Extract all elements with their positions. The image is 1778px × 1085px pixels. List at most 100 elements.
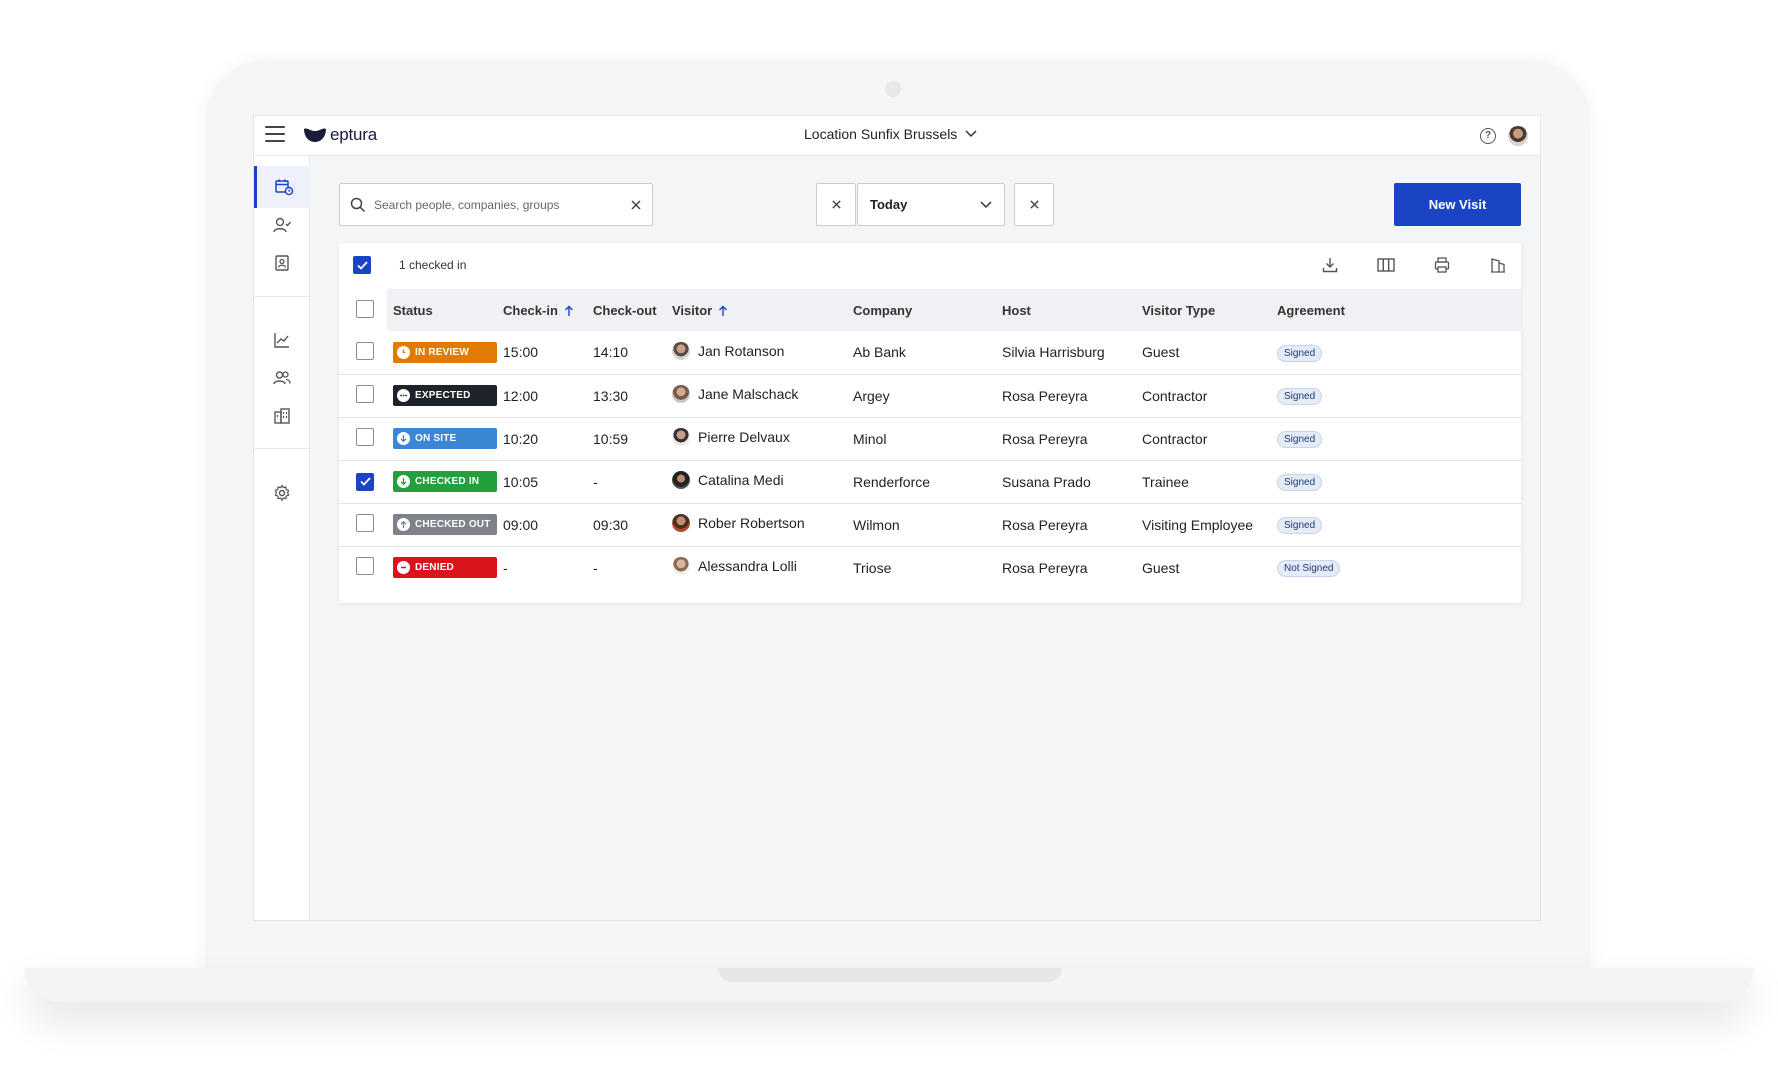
chevron-down-icon bbox=[980, 200, 992, 208]
line-chart-icon bbox=[274, 333, 289, 348]
help-icon[interactable]: ? bbox=[1480, 128, 1496, 144]
user-avatar[interactable] bbox=[1508, 126, 1528, 146]
row-checkbox[interactable] bbox=[356, 472, 374, 491]
table-header-row: Status Check-in Check-out Visitor Compan… bbox=[339, 289, 1521, 331]
row-checkbox[interactable] bbox=[356, 385, 374, 403]
menu-icon[interactable] bbox=[265, 126, 285, 144]
agreement-badge: Signed bbox=[1277, 431, 1323, 448]
table-row[interactable]: CHECKED IN 10:05 - Catalina Medi Renderf… bbox=[339, 460, 1521, 504]
status-badge: EXPECTED bbox=[393, 385, 497, 406]
visitor-type: Contractor bbox=[1142, 417, 1277, 461]
buildings-icon bbox=[274, 408, 290, 424]
visitor-type: Guest bbox=[1142, 331, 1277, 375]
header-checkbox[interactable] bbox=[356, 299, 374, 318]
checkout-time: 14:10 bbox=[593, 331, 672, 375]
checkout-time: - bbox=[593, 460, 672, 504]
search-field[interactable] bbox=[339, 183, 653, 226]
agreement-badge: Not Signed bbox=[1277, 560, 1341, 578]
arrow-down-icon bbox=[397, 475, 410, 488]
row-checkbox[interactable] bbox=[356, 557, 374, 576]
table-row[interactable]: EXPECTED 12:00 13:30 Jane Malschack Arge… bbox=[339, 374, 1521, 418]
row-checkbox[interactable] bbox=[356, 428, 374, 446]
agreement-badge: Signed bbox=[1277, 474, 1323, 491]
date-range-select[interactable]: Today bbox=[857, 183, 1005, 226]
column-header-checkout[interactable]: Check-out bbox=[593, 289, 672, 331]
check-icon bbox=[356, 260, 368, 270]
visits-table: Status Check-in Check-out Visitor Compan… bbox=[339, 289, 1521, 589]
sidebar-item-checkin[interactable] bbox=[254, 204, 310, 246]
column-header-agreement[interactable]: Agreement bbox=[1277, 289, 1521, 331]
clear-filter-button[interactable] bbox=[816, 183, 856, 226]
agreement-badge: Signed bbox=[1277, 388, 1323, 405]
agreement-badge: Signed bbox=[1277, 344, 1323, 362]
visitor-name[interactable]: Pierre Delvaux bbox=[698, 429, 790, 445]
checkin-time: 09:00 bbox=[503, 503, 593, 547]
column-header-company[interactable]: Company bbox=[853, 289, 1002, 331]
sidebar-item-buildings[interactable] bbox=[254, 395, 310, 437]
selection-bar: 1 checked in bbox=[339, 243, 1521, 289]
host-name: Rosa Pereyra bbox=[1002, 417, 1142, 461]
laptop-camera bbox=[885, 81, 901, 97]
visits-table-card: 1 checked in Status Check-in Check-out V… bbox=[339, 243, 1521, 603]
columns-icon[interactable] bbox=[1375, 254, 1397, 276]
sort-up-icon bbox=[719, 305, 728, 316]
column-header-status[interactable]: Status bbox=[387, 289, 503, 331]
search-input[interactable] bbox=[374, 197, 630, 212]
eptura-logo[interactable]: eptura bbox=[303, 125, 377, 145]
check-icon bbox=[359, 477, 371, 486]
download-icon[interactable] bbox=[1319, 254, 1341, 276]
laptop-notch bbox=[718, 968, 1062, 982]
sidebar-item-analytics[interactable] bbox=[254, 319, 310, 361]
row-checkbox[interactable] bbox=[356, 341, 374, 360]
sidebar-item-people[interactable] bbox=[254, 357, 310, 399]
table-row[interactable]: ON SITE 10:20 10:59 Pierre Delvaux Minol… bbox=[339, 417, 1521, 461]
visitor-name[interactable]: Jane Malschack bbox=[698, 386, 798, 402]
sidebar bbox=[254, 156, 310, 920]
visitor-name[interactable]: Alessandra Lolli bbox=[698, 558, 797, 574]
column-header-visitor[interactable]: Visitor bbox=[672, 289, 853, 331]
new-visit-button[interactable]: New Visit bbox=[1394, 183, 1521, 226]
clear-date-button[interactable] bbox=[1014, 183, 1054, 226]
column-header-host[interactable]: Host bbox=[1002, 289, 1142, 331]
status-badge: IN REVIEW bbox=[393, 341, 497, 363]
checkin-time: - bbox=[503, 559, 508, 576]
company-name: Minol bbox=[853, 417, 1002, 461]
checkout-time: 10:59 bbox=[593, 417, 672, 461]
column-header-visitor-type[interactable]: Visitor Type bbox=[1142, 289, 1277, 331]
sidebar-divider bbox=[254, 448, 310, 449]
table-row[interactable]: IN REVIEW 15:00 14:10 Jan Rotanson Ab Ba… bbox=[339, 331, 1521, 375]
sidebar-item-settings[interactable] bbox=[254, 472, 310, 514]
select-all-checkbox[interactable] bbox=[353, 256, 371, 274]
row-checkbox[interactable] bbox=[356, 514, 374, 532]
print-icon[interactable] bbox=[1431, 254, 1453, 276]
sidebar-item-contacts[interactable] bbox=[254, 242, 310, 284]
status-badge: CHECKED OUT bbox=[393, 514, 497, 535]
sidebar-item-visits[interactable] bbox=[254, 166, 310, 208]
host-name: Rosa Pereyra bbox=[1002, 374, 1142, 418]
app-screen: eptura Location Sunfix Brussels ? Search… bbox=[253, 115, 1541, 921]
host-name: Silvia Harrisburg bbox=[1002, 331, 1142, 375]
visitor-name[interactable]: Jan Rotanson bbox=[698, 343, 784, 359]
host-name: Susana Prado bbox=[1002, 460, 1142, 504]
column-header-checkin[interactable]: Check-in bbox=[503, 289, 593, 331]
checkin-time: 10:05 bbox=[503, 460, 593, 504]
visitor-name[interactable]: Catalina Medi bbox=[698, 472, 784, 488]
search-icon bbox=[350, 197, 366, 212]
visitor-name[interactable]: Rober Robertson bbox=[698, 515, 805, 531]
location-selector[interactable]: Location Sunfix Brussels bbox=[804, 126, 977, 142]
calendar-clock-icon bbox=[274, 179, 293, 196]
avatar bbox=[672, 428, 690, 446]
avatar bbox=[672, 557, 690, 576]
host-name: Rosa Pereyra bbox=[1002, 559, 1088, 576]
contact-card-icon bbox=[275, 255, 289, 271]
close-icon bbox=[1029, 200, 1039, 209]
close-icon bbox=[831, 200, 841, 209]
company-name: Ab Bank bbox=[853, 331, 1002, 375]
table-row[interactable]: CHECKED OUT 09:00 09:30 Rober Robertson … bbox=[339, 503, 1521, 547]
clear-search-icon[interactable] bbox=[630, 199, 642, 211]
building-icon[interactable] bbox=[1487, 254, 1509, 276]
gear-icon bbox=[274, 484, 290, 502]
company-name: Renderforce bbox=[853, 460, 1002, 504]
status-badge: DENIED bbox=[393, 557, 497, 579]
table-row[interactable]: DENIED - - Alessandra Lolli Triose Rosa … bbox=[339, 546, 1521, 589]
